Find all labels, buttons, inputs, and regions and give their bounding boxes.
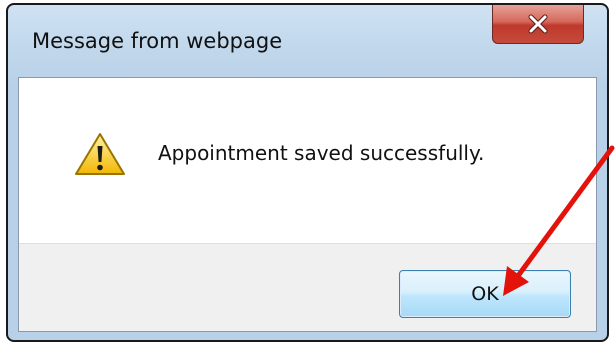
ok-button[interactable]: OK [399,270,571,318]
message-text: Appointment saved successfully. [158,141,485,165]
close-icon [528,14,548,33]
title-bar[interactable]: Message from webpage [8,5,607,77]
message-dialog: Message from webpage Appointment saved s… [6,3,609,342]
dialog-title: Message from webpage [32,29,283,53]
message-area: Appointment saved successfully. [19,78,596,243]
button-bar: OK [19,243,596,331]
dialog-body: Appointment saved successfully. OK [18,77,597,332]
warning-icon [75,133,125,175]
close-button[interactable] [492,5,584,44]
